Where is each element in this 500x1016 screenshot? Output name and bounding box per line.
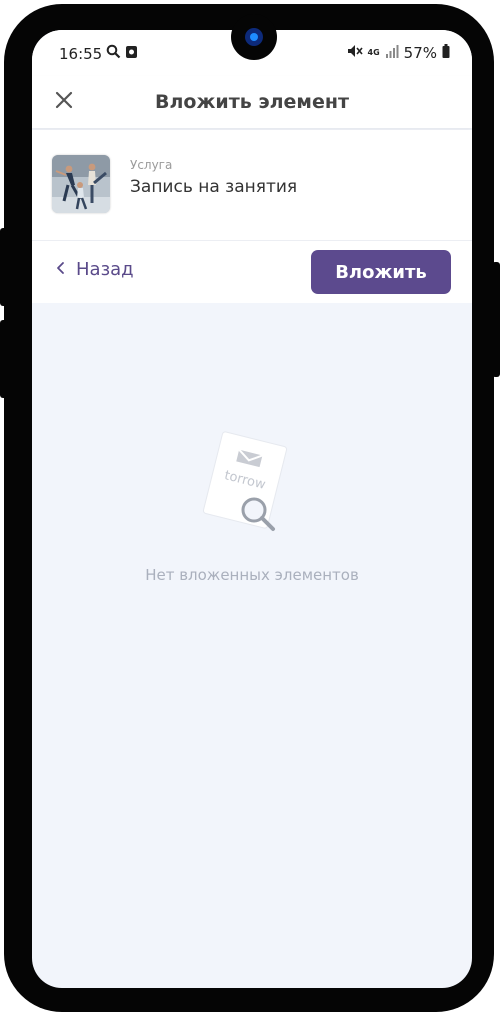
item-name: Запись на занятия (130, 177, 298, 197)
battery-icon (442, 44, 450, 62)
dialog-header: Вложить элемент (32, 76, 472, 128)
item-card[interactable]: Услуга Запись на занятия (32, 130, 472, 241)
empty-state-illustration: torrow (200, 430, 290, 540)
screen: 16:55 4G 57% Вложить элемент Услуга Запи… (32, 30, 472, 988)
battery-level: 57% (403, 44, 437, 62)
item-thumbnail (52, 155, 110, 213)
mute-icon (347, 44, 363, 62)
status-time: 16:55 (59, 44, 103, 63)
volume-button-2 (0, 320, 8, 398)
front-camera (231, 14, 277, 60)
search-icon (106, 44, 121, 63)
volume-button (0, 228, 8, 306)
back-button[interactable]: Назад (56, 259, 134, 280)
item-type-label: Услуга (130, 158, 173, 172)
empty-state-text: Нет вложенных элементов (145, 566, 359, 584)
network-type: 4G (367, 48, 380, 57)
media-icon (125, 45, 138, 63)
chevron-left-icon (56, 259, 66, 280)
signal-icon (385, 44, 399, 62)
back-button-label: Назад (76, 259, 134, 280)
action-bar: Назад Вложить (32, 241, 472, 303)
attach-button[interactable]: Вложить (311, 250, 451, 294)
power-button (492, 262, 500, 377)
page-title: Вложить элемент (155, 91, 349, 113)
